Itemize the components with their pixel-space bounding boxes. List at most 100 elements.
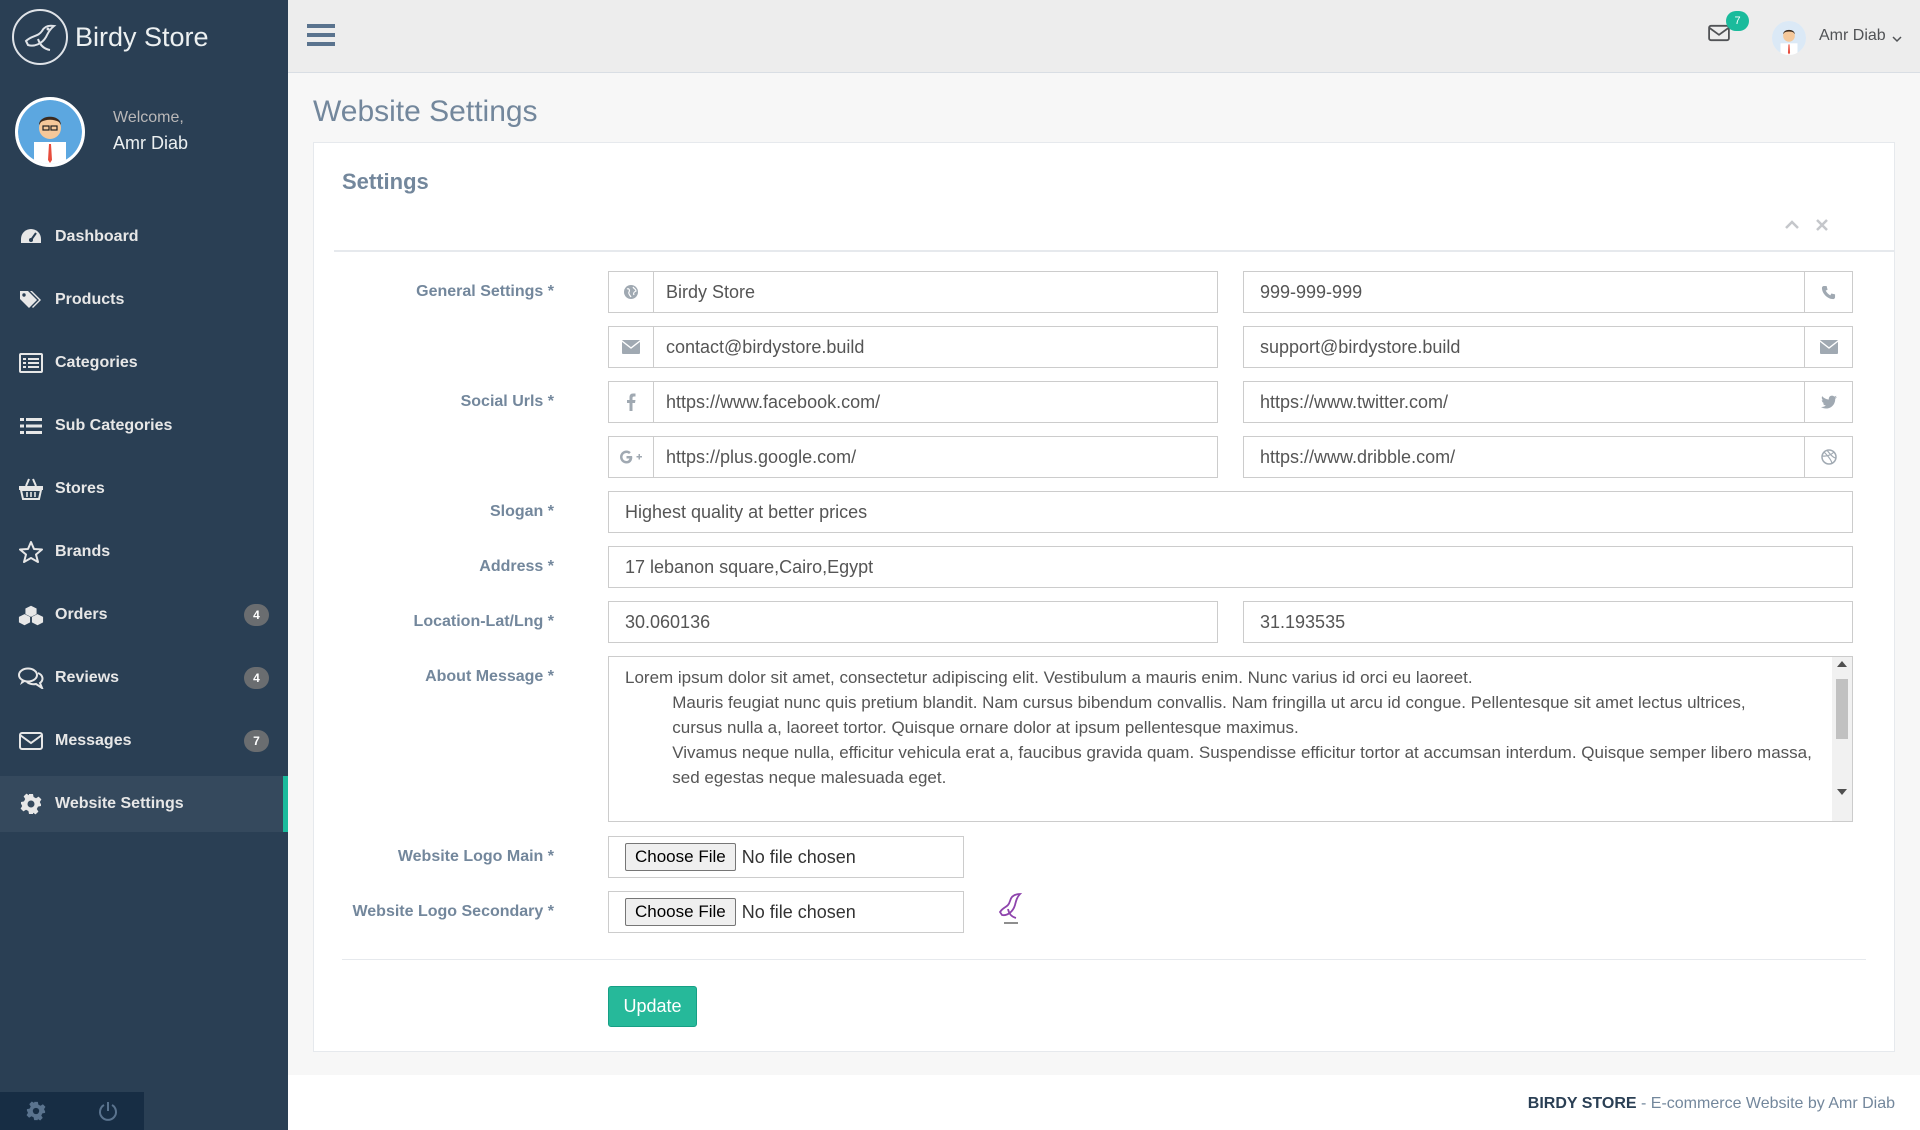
general-settings-label: General Settings *: [416, 283, 554, 300]
latitude-field[interactable]: 30.060136: [608, 601, 1218, 643]
phone-field[interactable]: 999-999-999: [1243, 271, 1853, 313]
sidebar-item-label: Reviews: [55, 669, 120, 686]
sidebar-item-label: Orders: [55, 606, 108, 623]
sidebar-item-label: Dashboard: [55, 228, 139, 245]
profile-welcome: Welcome,: [113, 109, 184, 126]
sidebar-item-products[interactable]: Products: [0, 272, 288, 328]
sidebar-item-label: Stores: [55, 480, 105, 497]
sidebar-item-website-settings[interactable]: Website Settings: [0, 776, 288, 832]
about-message-text: Lorem ipsum dolor sit amet, consectetur …: [625, 668, 1812, 787]
twitter-icon: [1804, 382, 1852, 422]
orders-badge: 4: [244, 604, 269, 626]
address-field[interactable]: 17 lebanon square,Cairo,Egypt: [608, 546, 1853, 588]
basket-icon: [18, 476, 44, 502]
menu-toggle-icon[interactable]: [307, 21, 335, 49]
sidebar-item-label: Sub Categories: [55, 417, 173, 434]
globe-icon: [609, 272, 654, 312]
top-navbar: 7 Amr Diab: [288, 0, 1920, 73]
panel-title: Settings: [342, 169, 429, 194]
chevron-down-icon[interactable]: [1892, 31, 1902, 43]
google-url-field[interactable]: https://plus.google.com/: [608, 436, 1218, 478]
avatar: [15, 96, 85, 167]
about-message-label: About Message *: [425, 668, 554, 685]
support-email-field[interactable]: support@birdystore.build: [1243, 326, 1853, 368]
profile-name: Amr Diab: [113, 133, 189, 153]
list-icon: [18, 413, 44, 439]
textarea-scrollbar[interactable]: [1832, 657, 1852, 821]
footer-text: BIRDY STORE - E-commerce Website by Amr …: [1528, 1095, 1895, 1113]
scroll-thumb[interactable]: [1836, 679, 1848, 739]
google-url-value: https://plus.google.com/: [666, 446, 857, 467]
contact-email-field[interactable]: contact@birdystore.build: [608, 326, 1218, 368]
envelope-icon: [1804, 327, 1852, 367]
sidebar-item-sub-categories[interactable]: Sub Categories: [0, 398, 288, 454]
envelope-icon: [18, 728, 44, 754]
panel-tools: [1784, 217, 1830, 233]
close-icon[interactable]: [1814, 217, 1830, 233]
slogan-field[interactable]: Highest quality at better prices: [608, 491, 1853, 533]
star-icon: [18, 539, 44, 565]
gear-icon: [18, 791, 44, 817]
twitter-url-field[interactable]: https://www.twitter.com/: [1243, 381, 1853, 423]
google-plus-icon: [609, 437, 654, 477]
file-status: No file chosen: [741, 901, 856, 922]
facebook-url-value: https://www.facebook.com/: [666, 391, 881, 412]
location-label: Location-Lat/Lng *: [413, 613, 554, 630]
choose-file-button[interactable]: Choose File: [625, 843, 736, 871]
social-urls-label: Social Urls *: [460, 393, 554, 410]
brand[interactable]: Birdy Store: [0, 0, 288, 74]
sidebar-item-orders[interactable]: Orders 4: [0, 587, 288, 643]
sidebar-item-reviews[interactable]: Reviews 4: [0, 650, 288, 706]
sidebar-footer: [0, 1092, 144, 1130]
longitude-field[interactable]: 31.193535: [1243, 601, 1853, 643]
twitter-url-value: https://www.twitter.com/: [1260, 391, 1449, 412]
power-icon[interactable]: [72, 1092, 144, 1130]
file-status: No file chosen: [741, 846, 856, 867]
sidebar-item-stores[interactable]: Stores: [0, 461, 288, 517]
choose-file-button[interactable]: Choose File: [625, 898, 736, 926]
address-label: Address *: [479, 558, 554, 575]
dribbble-url-field[interactable]: https://www.dribble.com/: [1243, 436, 1853, 478]
list-alt-icon: [18, 350, 44, 376]
support-email-value: support@birdystore.build: [1260, 336, 1461, 357]
about-message-textarea[interactable]: Lorem ipsum dolor sit amet, consectetur …: [608, 656, 1853, 822]
brand-title: Birdy Store: [75, 21, 209, 52]
mail-badge: 7: [1726, 11, 1749, 31]
sidebar-item-label: Messages: [55, 732, 132, 749]
facebook-icon: [609, 382, 654, 422]
sidebar-menu: Dashboard Products Categories Sub Catego…: [0, 209, 288, 832]
bird-icon: [12, 9, 68, 65]
user-avatar[interactable]: [1772, 21, 1806, 55]
sidebar-item-label: Brands: [55, 543, 111, 560]
settings-panel: Settings General Settings * Social Urls …: [313, 142, 1895, 1052]
page-title: Website Settings: [313, 95, 538, 128]
dribbble-url-value: https://www.dribble.com/: [1260, 446, 1456, 467]
footer-brand: BIRDY STORE: [1527, 1095, 1637, 1112]
chevron-up-icon[interactable]: [1784, 217, 1800, 233]
site-name-value: Birdy Store: [666, 281, 756, 302]
tags-icon: [18, 287, 44, 313]
logo-secondary-file-input[interactable]: Choose File No file chosen: [608, 891, 964, 933]
site-name-field[interactable]: Birdy Store: [608, 271, 1218, 313]
logo-main-label: Website Logo Main *: [397, 848, 554, 865]
facebook-url-field[interactable]: https://www.facebook.com/: [608, 381, 1218, 423]
secondary-logo-preview-bird-icon: [994, 888, 1028, 928]
profile: Welcome, Amr Diab: [0, 74, 288, 189]
scroll-up-arrow-icon[interactable]: [1837, 661, 1847, 667]
update-button[interactable]: Update: [608, 986, 697, 1027]
settings-icon[interactable]: [0, 1092, 72, 1130]
phone-value: 999-999-999: [1260, 281, 1363, 302]
form-divider: [342, 959, 1866, 960]
sidebar-item-dashboard[interactable]: Dashboard: [0, 209, 288, 265]
sidebar-item-brands[interactable]: Brands: [0, 524, 288, 580]
phone-icon: [1804, 272, 1852, 312]
logo-main-file-input[interactable]: Choose File No file chosen: [608, 836, 964, 878]
sidebar-item-messages[interactable]: Messages 7: [0, 713, 288, 769]
comments-icon: [18, 665, 44, 691]
sidebar-item-label: Products: [55, 291, 125, 308]
sidebar-item-categories[interactable]: Categories: [0, 335, 288, 391]
contact-email-value: contact@birdystore.build: [666, 336, 865, 357]
scroll-down-arrow-icon[interactable]: [1837, 789, 1847, 795]
user-menu-name[interactable]: Amr Diab: [1819, 27, 1886, 45]
sidebar: Birdy Store Welcome, Amr Diab Dashboard …: [0, 0, 288, 1130]
